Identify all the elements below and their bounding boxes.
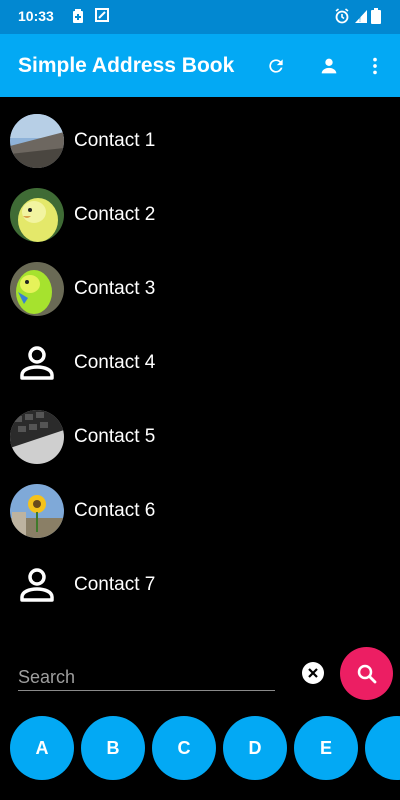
- refresh-icon: [269, 59, 283, 73]
- app-bar: Simple Address Book: [0, 34, 400, 97]
- contact-name: Contact 5: [74, 426, 156, 447]
- contact-row[interactable]: Contact 2: [0, 178, 400, 252]
- contact-row[interactable]: Contact 5: [0, 400, 400, 474]
- battery-saver-icon: [72, 8, 86, 24]
- letter-button-partial[interactable]: [365, 716, 400, 780]
- status-time: 10:33: [18, 8, 54, 24]
- contact-name: Contact 2: [74, 204, 156, 225]
- search-input[interactable]: [18, 664, 275, 691]
- person-icon: [321, 58, 337, 74]
- contact-name: Contact 6: [74, 500, 156, 521]
- letter-button-a[interactable]: A: [10, 716, 74, 780]
- contact-avatar-photo: [10, 114, 64, 168]
- contact-name: Contact 1: [74, 130, 156, 151]
- contact-row[interactable]: Contact 6: [0, 474, 400, 548]
- contact-avatar-photo: [10, 484, 64, 538]
- more-vert-icon: [373, 57, 377, 75]
- close-icon: [308, 668, 318, 678]
- letter-button-b[interactable]: B: [81, 716, 145, 780]
- contact-row[interactable]: Contact 3: [0, 252, 400, 326]
- contact-name: Contact 4: [74, 352, 156, 373]
- refresh-button[interactable]: [262, 52, 290, 80]
- screenshot-icon: [95, 8, 109, 24]
- contact-name: Contact 3: [74, 278, 156, 299]
- signal-icon: !: [354, 8, 368, 24]
- svg-text:!: !: [359, 17, 361, 24]
- contact-name: Contact 7: [74, 574, 156, 595]
- contact-list: Contact 1 Contact 2 Contact 3 Contact 4 …: [0, 104, 400, 622]
- battery-icon: [371, 8, 385, 24]
- contact-row[interactable]: Contact 7: [0, 548, 400, 622]
- account-button[interactable]: [315, 52, 343, 80]
- contact-avatar-photo: [10, 188, 64, 242]
- person-outline-icon: [20, 568, 54, 602]
- app-title: Simple Address Book: [18, 54, 235, 77]
- letter-index-bar: A B C D E: [0, 716, 400, 782]
- contact-avatar-photo: [10, 262, 64, 316]
- alarm-icon: [334, 8, 349, 24]
- contact-row[interactable]: Contact 1: [0, 104, 400, 178]
- search-icon: [357, 664, 376, 683]
- overflow-menu-button[interactable]: [361, 52, 389, 80]
- contact-avatar-placeholder: [10, 558, 64, 612]
- person-outline-icon: [20, 346, 54, 380]
- status-bar: 10:33 !: [0, 0, 400, 34]
- contact-row[interactable]: Contact 4: [0, 326, 400, 400]
- letter-button-c[interactable]: C: [152, 716, 216, 780]
- contact-avatar-placeholder: [10, 336, 64, 390]
- clear-search-button[interactable]: [302, 662, 324, 684]
- contact-avatar-photo: [10, 410, 64, 464]
- letter-button-e[interactable]: E: [294, 716, 358, 780]
- search-button[interactable]: [340, 647, 393, 700]
- letter-button-d[interactable]: D: [223, 716, 287, 780]
